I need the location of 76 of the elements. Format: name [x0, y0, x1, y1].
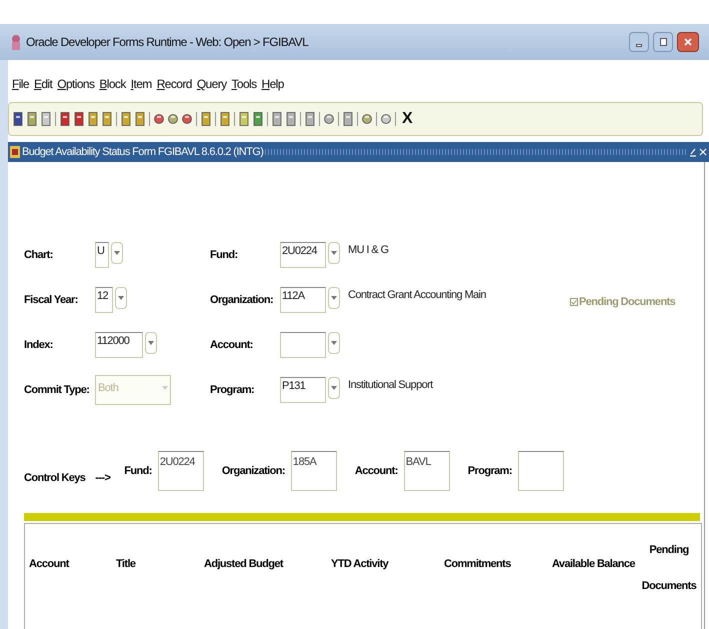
caret-icon [331, 296, 337, 300]
caret-icon [331, 341, 337, 345]
field-label: Fund: [124, 464, 152, 479]
dropdown-button[interactable] [111, 242, 123, 264]
menu-item[interactable]: Item [130, 75, 152, 93]
menu-item[interactable]: Tools [232, 75, 257, 93]
minimize-icon [636, 44, 642, 47]
close-button[interactable] [677, 32, 699, 52]
menu-item[interactable]: Block [99, 75, 126, 93]
control-keys-label: Control Keys [24, 470, 86, 486]
input-field[interactable]: 112A [280, 287, 326, 313]
field-label: Chart: [24, 248, 54, 263]
field-label: Organization: [222, 464, 285, 479]
field-label: Index: [24, 338, 54, 353]
resize-icon[interactable] [689, 147, 697, 157]
input-field[interactable]: BAVL [404, 451, 450, 491]
checkbox-icon [570, 298, 578, 306]
circle-icon[interactable] [154, 111, 164, 127]
field-label: Fund: [210, 248, 239, 263]
circle-icon[interactable] [182, 111, 192, 127]
column-header: Pending Documents [640, 543, 698, 594]
maximize-icon [660, 38, 666, 46]
column-header: YTD Activity [331, 557, 390, 572]
menu-item[interactable]: Record [156, 75, 192, 93]
input-field[interactable]: 2U0224 [158, 451, 204, 491]
window-title: Oracle Developer Forms Runtime - Web: Open > FGIBAVL [26, 34, 308, 51]
close-icon [684, 38, 692, 46]
app-icon [10, 33, 22, 51]
field-description: Institutional Support [348, 378, 433, 393]
close-icon[interactable] [699, 147, 707, 157]
input-field[interactable]: P131 [280, 377, 326, 403]
input-field[interactable]: 112000 [95, 332, 143, 358]
menu-item[interactable]: File [12, 75, 29, 93]
input-field[interactable]: 12 [95, 287, 113, 313]
menu-item[interactable]: Edit [34, 75, 52, 93]
column-header: Adjusted Budget [204, 557, 284, 572]
dropdown-button[interactable] [145, 332, 157, 354]
dropdown-button[interactable] [328, 287, 340, 309]
caret-icon [114, 251, 120, 255]
field-label: Organization: [210, 292, 274, 308]
caret-icon [331, 386, 337, 390]
maximize-button[interactable] [653, 32, 673, 52]
field-label: Program: [468, 464, 512, 479]
input-field[interactable] [518, 451, 564, 491]
caret-icon [118, 296, 124, 300]
field-description: Contract Grant Accounting Main [348, 288, 486, 303]
column-header: Account [29, 557, 70, 572]
menu-item[interactable]: Options [57, 75, 94, 93]
form-title: Budget Availability Status Form FGIBAVL 8.6.0.2 (INTG) [22, 144, 264, 160]
column-header: Title [116, 557, 136, 572]
circle-icon[interactable] [168, 111, 178, 127]
dropdown-button[interactable] [328, 377, 340, 399]
field-label: Commit Type: [24, 382, 90, 398]
field-label: Program: [210, 382, 256, 398]
dropdown-button[interactable] [328, 242, 340, 264]
column-header: Available Balance [552, 557, 636, 572]
caret-icon [148, 341, 154, 345]
input-field[interactable]: 2U0224 [280, 242, 326, 268]
dropdown-button[interactable] [328, 332, 340, 354]
menu-item[interactable]: Help [262, 75, 284, 93]
field-label: Fiscal Year: [24, 292, 79, 308]
field-label: Account: [354, 464, 398, 479]
minimize-button[interactable] [629, 32, 649, 52]
caret-icon [331, 251, 337, 255]
exit-button[interactable]: X [400, 107, 414, 131]
form-icon [10, 146, 20, 158]
dropdown-button[interactable] [115, 287, 127, 309]
input-field[interactable]: U [95, 242, 109, 268]
caret-icon [162, 386, 168, 390]
input-field[interactable]: 185A [290, 451, 337, 491]
input-field[interactable] [280, 332, 326, 358]
menu-item[interactable]: Query [196, 75, 226, 93]
field-label: Account: [210, 338, 254, 353]
column-header: Commitments [444, 557, 512, 572]
field-description: MU I & G [348, 243, 388, 258]
arrow-label: ---> [95, 470, 110, 486]
